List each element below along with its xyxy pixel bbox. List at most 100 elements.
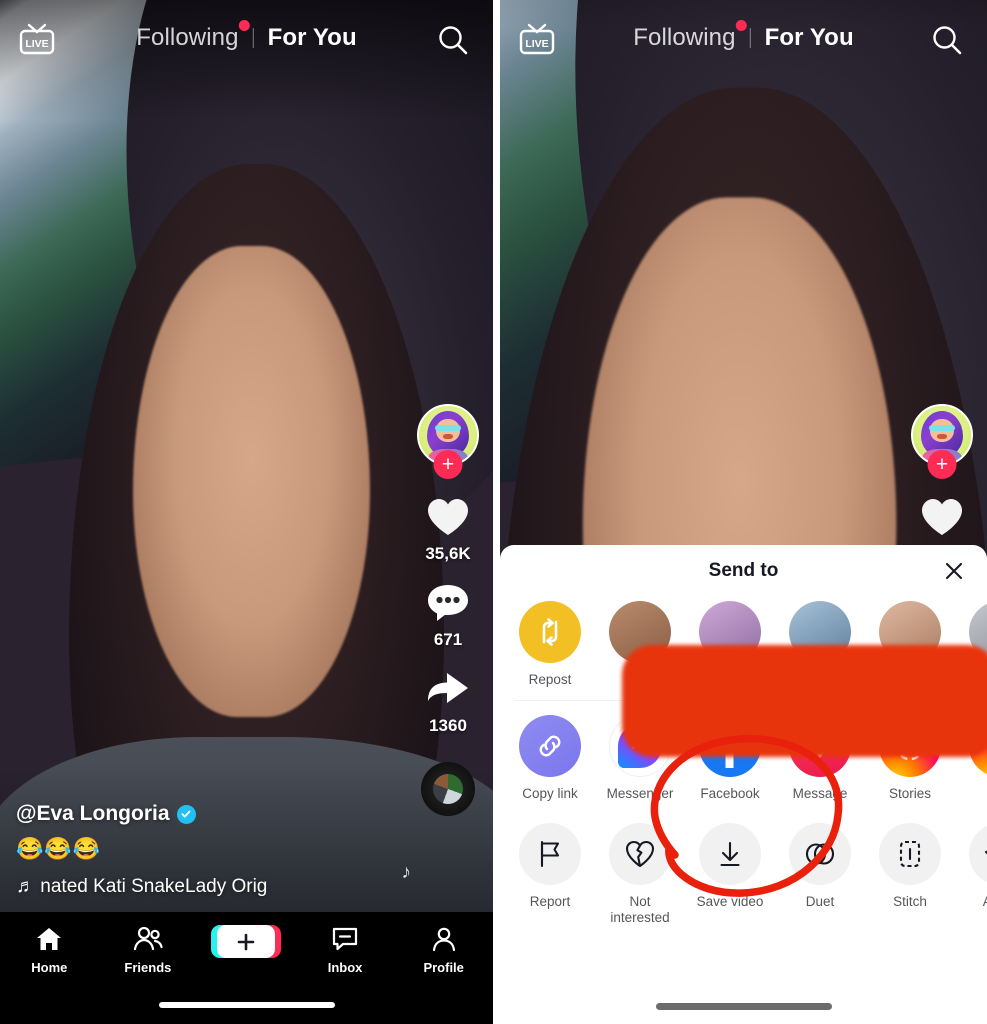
panel-divider <box>493 0 500 1024</box>
share-option-label-stories: Stories <box>888 786 932 802</box>
download-icon <box>699 822 761 885</box>
action-save-video[interactable]: Save video <box>694 822 766 910</box>
share-arrow-icon <box>423 664 473 714</box>
action-label-not-interested: Not interested <box>610 893 670 926</box>
like-count: 35,6K <box>425 544 471 563</box>
home-icon <box>35 924 63 954</box>
svg-text:LIVE: LIVE <box>525 38 548 50</box>
create-plus-icon[interactable] <box>211 925 282 958</box>
share-sheet: Send to Repost Copy link Messenger Faceb… <box>500 545 987 1024</box>
tab-following-label: Following <box>136 24 239 51</box>
action-label-duet: Duet <box>805 893 835 909</box>
search-icon[interactable] <box>435 22 471 58</box>
author-avatar[interactable]: + <box>417 404 479 479</box>
share-button[interactable]: 1360 <box>423 664 473 736</box>
feed-tabs-right: Following For You <box>619 20 868 52</box>
share-option-label-messenger: Messenger <box>606 786 674 802</box>
nav-label-inbox: Inbox <box>327 960 363 975</box>
tab-following-right[interactable]: Following <box>619 20 749 52</box>
favorites-icon <box>969 822 987 885</box>
tab-for-you-label: For You <box>267 24 357 51</box>
notification-dot-icon <box>238 20 250 31</box>
contacts-row: Repost id 4478638 Monachova Зеленовск... <box>500 597 987 757</box>
live-button-right[interactable]: LIVE <box>518 22 556 56</box>
tab-following[interactable]: Following <box>122 20 252 52</box>
author-avatar-right[interactable]: + <box>911 404 973 479</box>
close-icon[interactable] <box>941 558 967 584</box>
comment-button[interactable]: 671 <box>423 578 473 650</box>
action-label-report: Report <box>529 893 571 909</box>
nav-label-home: Home <box>31 960 68 975</box>
caption-text: 😂😂😂 <box>16 836 102 861</box>
action-add-to-favorites[interactable]: A Fav <box>964 822 987 910</box>
nav-label-profile: Profile <box>423 960 464 975</box>
feed-tabs-left: Following For You <box>122 20 371 52</box>
comment-count: 671 <box>433 630 463 649</box>
svg-text:LIVE: LIVE <box>25 38 48 50</box>
bottom-nav-left: Home Friends Inbox Profile <box>0 912 493 1024</box>
share-count: 1360 <box>429 716 467 735</box>
action-duet[interactable]: Duet <box>784 822 856 910</box>
link-icon <box>519 715 581 778</box>
video-caption-block-left: @Eva Longoria 😂😂😂 ♬ nated Kati SnakeLady… <box>16 802 346 898</box>
tab-for-you[interactable]: For You <box>254 24 371 52</box>
share-actions-row: Report Not interested Save video Duet St… <box>500 807 987 931</box>
share-option-label-facebook: Facebook <box>700 786 760 802</box>
redaction-overlay <box>622 645 987 757</box>
action-not-interested[interactable]: Not interested <box>604 822 676 927</box>
action-label-add-to-favorites: A Fav <box>983 894 987 910</box>
nav-label-friends: Friends <box>124 960 172 975</box>
share-option-label-message: Message <box>792 786 848 802</box>
music-title-label: ♬ nated Kati SnakeLady Orig <box>16 876 268 897</box>
follow-button-right[interactable]: + <box>927 450 957 479</box>
music-title[interactable]: ♬ nated Kati SnakeLady Orig <box>16 876 346 898</box>
action-rail-left: + 35,6K 671 1360 <box>417 404 479 816</box>
like-button[interactable]: 35,6K <box>423 492 473 564</box>
tab-for-you-label-right: For You <box>764 24 854 51</box>
comment-icon <box>423 578 473 628</box>
action-rail-right: + <box>911 404 973 556</box>
nav-item-friends[interactable]: Friends <box>106 924 190 975</box>
top-bar-left: LIVE Following For You <box>0 0 493 76</box>
friends-icon <box>133 924 163 954</box>
tab-for-you-right[interactable]: For You <box>751 24 868 52</box>
music-disc[interactable] <box>421 762 475 816</box>
home-indicator-left <box>158 1002 335 1008</box>
stitch-icon <box>879 822 941 885</box>
action-label-stitch: Stitch <box>893 893 927 909</box>
repost-label: Repost <box>528 672 572 687</box>
action-label-save-video: Save video <box>696 893 764 909</box>
heart-icon-right <box>917 492 967 542</box>
screenshot-stage: LIVE Following For You + 35,6K 671 1360 … <box>0 0 987 1024</box>
author-username-label: @Eva Longoria <box>16 802 170 825</box>
floating-music-note-icon: ♪ <box>401 862 412 883</box>
verified-badge-icon <box>176 804 196 824</box>
share-sheet-header: Send to <box>500 545 987 597</box>
broken-heart-icon <box>609 822 671 885</box>
nav-item-create[interactable] <box>204 924 288 958</box>
action-report[interactable]: Report <box>514 822 586 910</box>
top-bar-right: LIVE Following For You <box>500 0 987 76</box>
follow-button[interactable]: + <box>433 450 463 479</box>
duet-icon <box>789 822 851 885</box>
notification-dot-icon-right <box>735 20 747 31</box>
share-sheet-title: Send to <box>708 560 779 581</box>
phone-screen-left: LIVE Following For You + 35,6K 671 1360 … <box>0 0 493 1024</box>
search-icon-right[interactable] <box>929 22 965 58</box>
author-username[interactable]: @Eva Longoria <box>16 802 346 826</box>
share-option-label-copy-link: Copy link <box>522 786 578 802</box>
nav-item-inbox[interactable]: Inbox <box>303 924 387 975</box>
home-indicator-right <box>655 1003 832 1010</box>
live-button[interactable]: LIVE <box>18 22 56 56</box>
repost-button[interactable]: Repost <box>514 601 586 688</box>
like-button-right[interactable] <box>917 492 967 542</box>
action-stitch[interactable]: Stitch <box>874 822 946 910</box>
nav-item-home[interactable]: Home <box>7 924 91 975</box>
inbox-icon <box>331 924 359 954</box>
heart-icon <box>423 492 473 542</box>
share-option-copy-link[interactable]: Copy link <box>514 715 586 802</box>
nav-item-profile[interactable]: Profile <box>402 924 486 975</box>
tab-following-label-right: Following <box>633 24 736 51</box>
repost-icon <box>519 601 581 663</box>
profile-icon <box>431 924 457 954</box>
